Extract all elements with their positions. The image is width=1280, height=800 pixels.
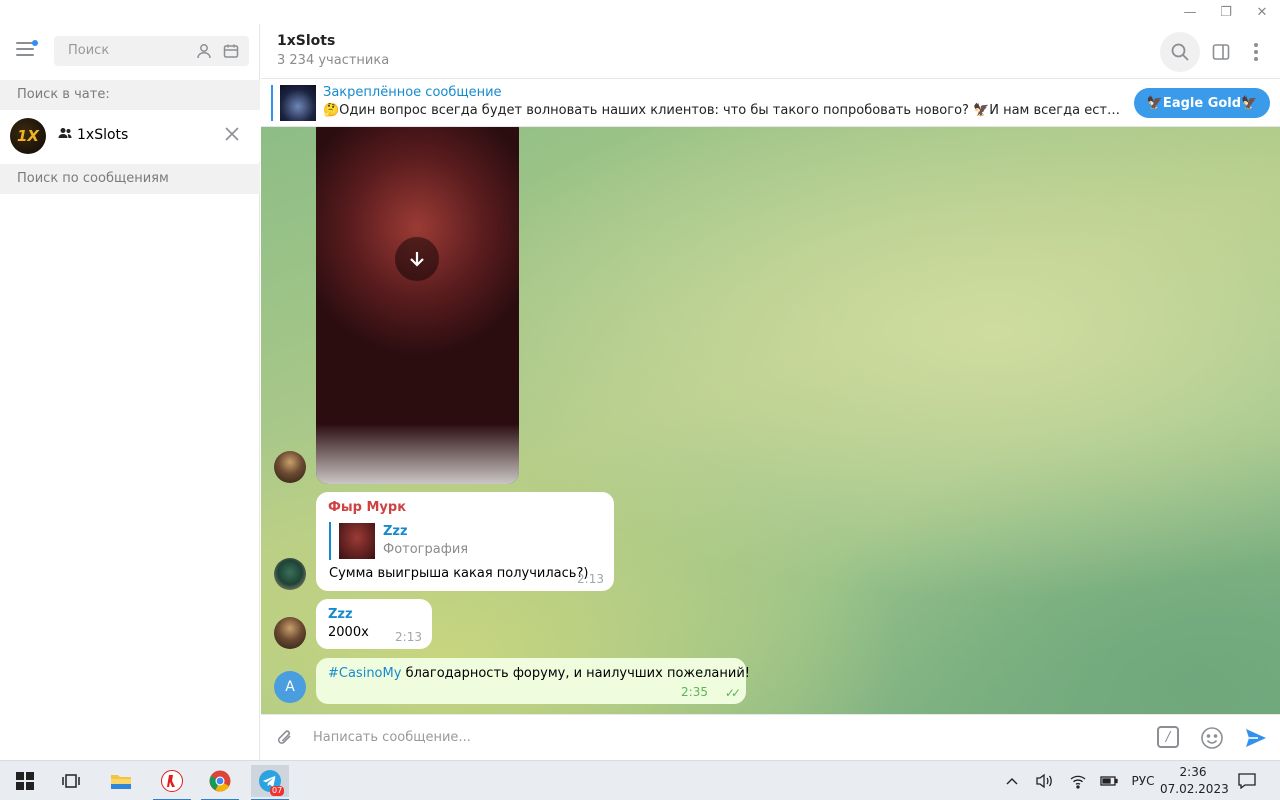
message-sender[interactable]: Zzz xyxy=(328,607,420,622)
emoji-icon[interactable] xyxy=(1200,726,1224,754)
eagle-gold-button[interactable]: 🦅Eagle Gold🦅 xyxy=(1134,88,1270,118)
start-windows-icon[interactable] xyxy=(6,765,44,797)
search-button[interactable] xyxy=(1160,32,1200,72)
avatar-zzz[interactable] xyxy=(274,617,306,649)
group-icon xyxy=(58,127,72,143)
clock-time: 2:36 xyxy=(1179,765,1207,779)
task-view-icon[interactable] xyxy=(52,765,90,797)
pinned-text: 🤔Один вопрос всегда будет волновать наши… xyxy=(323,103,1123,118)
volume-icon[interactable] xyxy=(1033,761,1055,800)
calendar-icon[interactable] xyxy=(222,42,240,60)
download-button[interactable] xyxy=(395,237,439,281)
chat-avatar: 1X xyxy=(10,118,46,154)
bot-commands-icon[interactable]: / xyxy=(1157,726,1179,748)
avatar-fyr-murk[interactable] xyxy=(274,558,306,590)
pinned-bar xyxy=(271,85,273,121)
message-sender[interactable]: Фыр Мурк xyxy=(328,500,602,515)
chrome-icon[interactable] xyxy=(201,765,239,800)
pinned-message[interactable]: Закреплённое сообщение 🤔Один вопрос всег… xyxy=(261,79,1280,127)
telegram-taskbar-icon[interactable]: 07 xyxy=(251,765,289,800)
download-arrow-icon xyxy=(410,252,424,267)
member-count: 3 234 участника xyxy=(277,53,390,68)
clock-date: 07.02.2023 xyxy=(1160,782,1229,796)
pinned-title: Закреплённое сообщение xyxy=(323,85,502,100)
chat-entry-name: 1xSlots xyxy=(77,127,129,143)
reply-name: Zzz xyxy=(383,524,408,539)
user-filter-icon[interactable] xyxy=(195,42,213,60)
pinned-thumbnail xyxy=(280,85,316,121)
reply-type: Фотография xyxy=(383,542,469,557)
language-indicator[interactable]: РУС xyxy=(1128,761,1158,800)
left-sidebar: Поиск Поиск в чате: 1X 1xSlots Поиск по … xyxy=(0,24,260,760)
avatar-a[interactable]: A xyxy=(274,671,306,703)
reply-preview[interactable]: Zzz Фотография xyxy=(329,522,468,560)
window-titlebar: — ❐ ✕ xyxy=(0,0,1280,24)
search-messages-label: Поиск по сообщениям xyxy=(0,164,260,194)
notifications-icon[interactable] xyxy=(1236,761,1258,800)
more-options-button[interactable] xyxy=(1236,32,1276,72)
video-fade xyxy=(316,424,519,484)
search-icon xyxy=(1171,43,1189,61)
battery-icon[interactable] xyxy=(1098,761,1120,800)
attach-icon[interactable] xyxy=(274,727,296,753)
notification-dot xyxy=(32,40,38,46)
chat-entry-1xslots[interactable]: 1X 1xSlots xyxy=(0,110,260,162)
search-placeholder: Поиск xyxy=(68,43,110,58)
sidebar-toggle-icon xyxy=(1212,44,1230,60)
unread-badge: 07 xyxy=(270,786,285,796)
message-time: 2:35 xyxy=(681,685,708,699)
message-bubble[interactable]: Фыр Мурк Zzz Фотография Сумма выигрыша к… xyxy=(316,492,614,591)
reply-thumbnail xyxy=(339,523,375,559)
windows-taskbar: 07 РУС 2:36 07.02.2023 xyxy=(0,760,1280,800)
chat-header[interactable]: 1xSlots 3 234 участника xyxy=(261,24,1280,79)
close-window-button[interactable]: ✕ xyxy=(1244,0,1280,24)
search-in-chat-label: Поиск в чате: xyxy=(0,80,260,110)
send-icon[interactable] xyxy=(1244,726,1268,754)
search-input[interactable]: Поиск xyxy=(54,36,249,66)
message-time: 2:13 xyxy=(577,572,604,586)
taskbar-clock[interactable]: 2:36 07.02.2023 xyxy=(1160,764,1229,798)
more-vertical-icon xyxy=(1254,43,1258,61)
avatar-zzz[interactable] xyxy=(274,451,306,483)
show-hidden-icons-chevron-icon[interactable] xyxy=(1002,761,1022,800)
chat-title[interactable]: 1xSlots xyxy=(277,33,335,49)
own-message-bubble[interactable]: #CasinoMy благодарность форуму, и наилуч… xyxy=(316,658,750,704)
clear-search-close-icon[interactable] xyxy=(222,124,242,144)
file-explorer-icon[interactable] xyxy=(102,765,140,797)
message-list[interactable]: Фыр Мурк Zzz Фотография Сумма выигрыша к… xyxy=(261,127,1280,714)
message-time: 2:13 xyxy=(395,630,422,644)
message-bubble[interactable]: Zzz 2000х 2:13 xyxy=(316,599,432,649)
read-checkmarks-icon: ✓✓ xyxy=(724,686,741,700)
restore-button[interactable]: ❐ xyxy=(1208,0,1244,24)
message-text: благодарность форуму, и наилучших пожела… xyxy=(401,666,750,681)
network-icon[interactable] xyxy=(1067,761,1089,800)
message-text: Сумма выигрыша какая получилась?) xyxy=(329,566,589,581)
yandex-browser-icon[interactable] xyxy=(153,765,191,800)
hashtag-link[interactable]: #CasinoMy xyxy=(328,666,401,681)
video-message[interactable] xyxy=(316,127,519,484)
sidebar-toggle-button[interactable] xyxy=(1201,32,1241,72)
minimize-button[interactable]: — xyxy=(1172,0,1208,24)
message-input[interactable]: Написать сообщение... xyxy=(313,730,471,745)
message-composer: Написать сообщение... / xyxy=(261,714,1280,760)
